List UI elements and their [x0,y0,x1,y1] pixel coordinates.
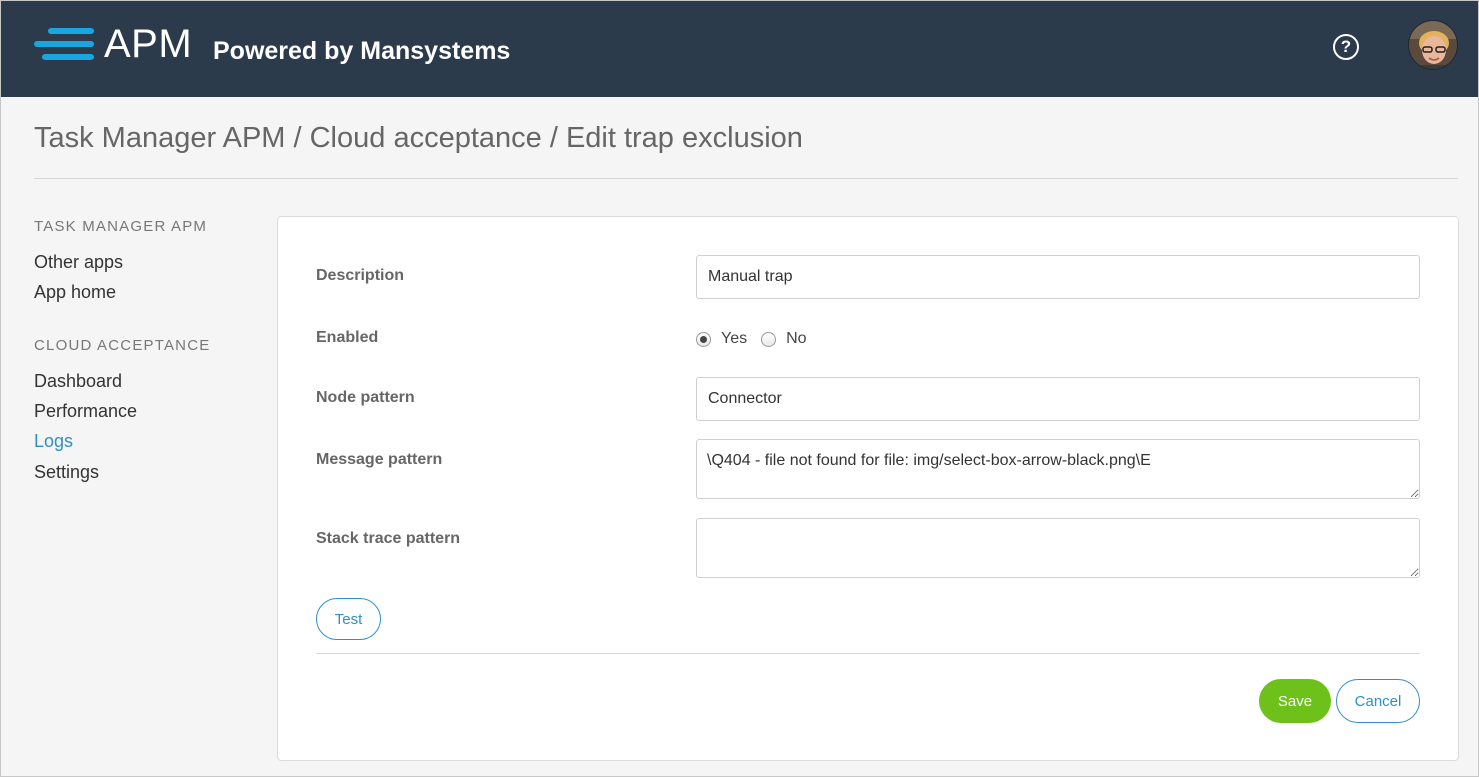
save-button[interactable]: Save [1259,679,1331,723]
powered-by-text: Powered by Mansystems [213,37,511,65]
apm-logo-icon [34,28,94,60]
enabled-label: Enabled [316,329,379,346]
form-divider [316,653,1420,654]
node-pattern-label: Node pattern [316,389,415,406]
avatar-photo-icon [1409,21,1457,69]
sidebar-item-logs[interactable]: Logs [34,430,73,452]
message-pattern-textarea[interactable]: \Q404 - file not found for file: img/sel… [696,439,1420,499]
edit-trap-form: Description Enabled Yes No Node pattern … [277,216,1459,761]
stack-trace-pattern-label: Stack trace pattern [316,530,461,547]
stack-trace-pattern-textarea[interactable] [696,518,1420,578]
node-pattern-input[interactable] [696,377,1420,421]
message-pattern-label: Message pattern [316,451,443,468]
sidebar-heading-cloud-acceptance: CLOUD ACCEPTANCE [34,337,211,354]
sidebar-item-settings[interactable]: Settings [34,461,99,483]
user-avatar[interactable] [1408,20,1458,70]
top-navbar: APM Powered by Mansystems ? [1,1,1478,97]
logo-text[interactable]: APM [104,22,192,66]
description-label: Description [316,267,405,284]
app-window: APM Powered by Mansystems ? Task Manager… [0,0,1479,777]
help-icon[interactable]: ? [1333,34,1359,60]
enabled-yes-radio[interactable] [696,331,711,347]
test-button[interactable]: Test [316,598,381,640]
enabled-no-label[interactable]: No [786,329,806,349]
enabled-no-radio[interactable] [761,331,777,347]
sidebar-item-dashboard[interactable]: Dashboard [34,370,122,392]
sidebar-item-app-home[interactable]: App home [34,281,116,303]
sidebar-item-other-apps[interactable]: Other apps [34,251,123,273]
page-title: Task Manager APM / Cloud acceptance / Ed… [34,122,803,154]
title-divider [34,178,1458,179]
enabled-yes-label[interactable]: Yes [721,329,747,349]
cancel-button[interactable]: Cancel [1336,679,1420,723]
sidebar-item-performance[interactable]: Performance [34,400,137,422]
description-input[interactable] [696,255,1420,299]
enabled-radio-group: Yes No [696,328,821,350]
sidebar-heading-task-manager: TASK MANAGER APM [34,218,208,235]
